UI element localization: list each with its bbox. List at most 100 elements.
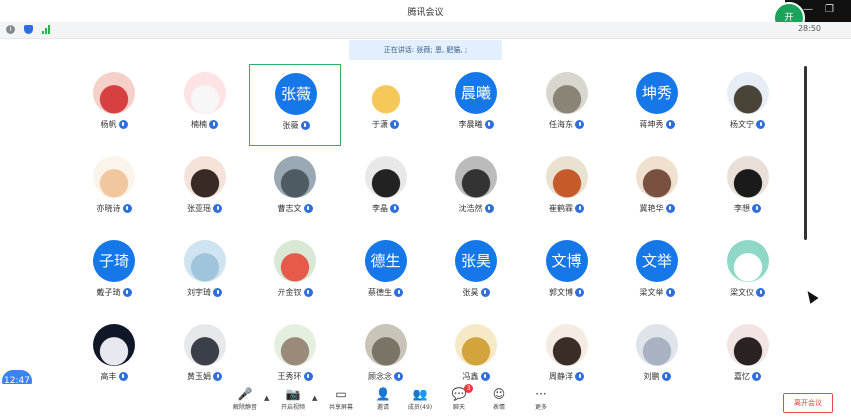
participant-tile[interactable]: 曹志文 <box>249 148 341 230</box>
avatar-initials: 文举 <box>636 240 678 282</box>
participant-tile[interactable]: 德生 蔡德生 <box>340 232 432 314</box>
mic-icon <box>575 288 584 297</box>
participant-name-text: 梁文举 <box>639 288 664 297</box>
participant-tile[interactable]: 晨曦 李晨曦 <box>430 64 522 146</box>
participant-tile[interactable]: 刘宇琦 <box>159 232 251 314</box>
participant-name-text: 顾念念 <box>368 372 392 381</box>
avatar-initials: 晨曦 <box>455 72 497 114</box>
participant-name: 蒋坤秀 <box>611 119 703 130</box>
chevron-up-icon[interactable]: ▲ <box>264 394 269 402</box>
leave-meeting-button[interactable]: 离开会议 <box>783 393 833 413</box>
participant-name-text: 刘鹏 <box>643 372 660 381</box>
mic-icon <box>303 288 313 297</box>
meeting-toolbar: 🎤 解除静音 ▲ 📷 开启视频 ▲ ▭ 共享屏幕 👤 邀请 👥 成员(49) 💬 聊天 3 ☺ 表情 ··· 更多 <box>0 384 851 418</box>
mic-icon <box>752 204 761 213</box>
avatar-photo <box>274 240 316 282</box>
more-icon: ··· <box>535 387 547 401</box>
participant-name: 李想 <box>702 203 794 214</box>
participant-tile[interactable]: 张薇 张薇 <box>249 64 341 146</box>
more-label: 更多 <box>534 404 547 411</box>
participant-tile[interactable]: 杨帆 <box>68 64 160 146</box>
mute-button[interactable]: 🎤 解除静音 <box>222 386 268 416</box>
participant-tile[interactable]: 沈浩然 <box>430 148 522 230</box>
participant-tile[interactable]: 文博 郭文博 <box>521 232 613 314</box>
participant-name-text: 高丰 <box>100 372 117 381</box>
mic-icon <box>118 120 128 129</box>
participant-name: 杨文宁 <box>702 119 794 130</box>
participant-name-text: 郭文博 <box>549 288 573 297</box>
participant-tile[interactable]: 楠楠 <box>159 64 251 146</box>
avatar-photo <box>455 156 497 198</box>
avatar-photo <box>636 156 678 198</box>
status-row: i 28:50 <box>0 22 851 39</box>
avatar-photo <box>636 324 678 366</box>
participant-name: 郭文博 <box>521 287 613 298</box>
avatar-initials: 张薇 <box>275 73 317 115</box>
participant-name-text: 亓金钗 <box>277 288 302 297</box>
mic-icon <box>213 288 222 297</box>
scrollbar[interactable] <box>804 66 807 240</box>
participant-name-text: 刘宇琦 <box>187 288 211 297</box>
participant-tile[interactable]: 李想 <box>702 148 794 230</box>
avatar-photo <box>183 72 226 114</box>
shield-icon[interactable] <box>24 25 33 34</box>
mic-icon <box>213 372 222 381</box>
mic-icon <box>303 204 313 213</box>
participant-tile[interactable]: 张亚瑶 <box>159 148 251 230</box>
participant-tile[interactable]: 任海东 <box>521 64 613 146</box>
info-icon[interactable]: i <box>6 25 15 34</box>
participant-tile[interactable]: 文举 梁文举 <box>611 232 703 314</box>
participant-name-text: 黄玉娟 <box>187 372 211 381</box>
mute-label: 解除静音 <box>232 404 257 411</box>
chevron-up-icon[interactable]: ▲ <box>312 394 317 402</box>
video-button[interactable]: 📷 开启视频 <box>270 386 316 416</box>
mic-icon <box>480 288 490 297</box>
avatar-photo <box>183 324 226 366</box>
participant-tile[interactable]: 冀艳华 <box>611 148 703 230</box>
more-button[interactable]: ··· 更多 <box>518 386 564 416</box>
mic-icon <box>665 204 675 213</box>
participant-tile[interactable]: 子琦 戴子琦 <box>68 232 160 314</box>
avatar-photo <box>726 156 769 198</box>
participant-tile[interactable]: 亦晓诗 <box>68 148 160 230</box>
participant-name: 于潇 <box>340 119 432 130</box>
mic-icon <box>480 372 490 381</box>
participant-tile[interactable]: 坤秀 蒋坤秀 <box>611 64 703 146</box>
restore-icon[interactable]: ❐ <box>825 4 834 15</box>
participant-tile[interactable]: 李晶 <box>340 148 432 230</box>
participant-tile[interactable]: 于潇 <box>340 64 432 146</box>
mic-icon <box>756 120 765 129</box>
avatar-photo <box>726 324 769 366</box>
participant-tile[interactable]: 亓金钗 <box>249 232 341 314</box>
participant-tile[interactable]: 梁文仪 <box>702 232 794 314</box>
participant-name: 任海东 <box>521 119 613 130</box>
participant-name-text: 李想 <box>734 204 750 213</box>
meeting-timer: 28:50 <box>797 24 821 33</box>
participant-name-text: 蒋坤秀 <box>639 120 664 129</box>
avatar-photo <box>455 324 497 366</box>
participant-name: 亦晓诗 <box>68 203 160 214</box>
participant-name-text: 冯鑫 <box>462 372 479 381</box>
avatar-photo <box>93 72 135 114</box>
participant-name: 刘鹏 <box>611 371 703 382</box>
share-button[interactable]: ▭ 共享屏幕 <box>318 386 364 416</box>
chat-unread-badge: 3 <box>464 384 473 393</box>
participant-tile[interactable]: 张昊 张昊 <box>430 232 522 314</box>
avatar-photo <box>545 156 588 198</box>
share-icon: ▭ <box>335 387 347 401</box>
mic-icon <box>303 372 313 381</box>
participant-name: 顾念念 <box>340 371 432 382</box>
participant-name-text: 于潇 <box>372 120 388 129</box>
participant-name-text: 崔鹤霖 <box>549 204 573 213</box>
participant-name: 蔡德生 <box>340 287 432 298</box>
emoji-label: 表情 <box>492 404 505 411</box>
mic-icon <box>122 288 132 297</box>
participant-name-text: 戴子琦 <box>96 288 121 297</box>
mic-icon <box>665 120 675 129</box>
participant-tile[interactable]: 崔鹤霖 <box>521 148 613 230</box>
mic-icon <box>665 288 675 297</box>
emoji-button[interactable]: ☺ 表情 <box>476 386 522 416</box>
participant-tile[interactable]: 杨文宁 <box>702 64 794 146</box>
participant-name-text: 楠楠 <box>191 120 207 129</box>
participant-name-text: 杨帆 <box>100 120 117 129</box>
